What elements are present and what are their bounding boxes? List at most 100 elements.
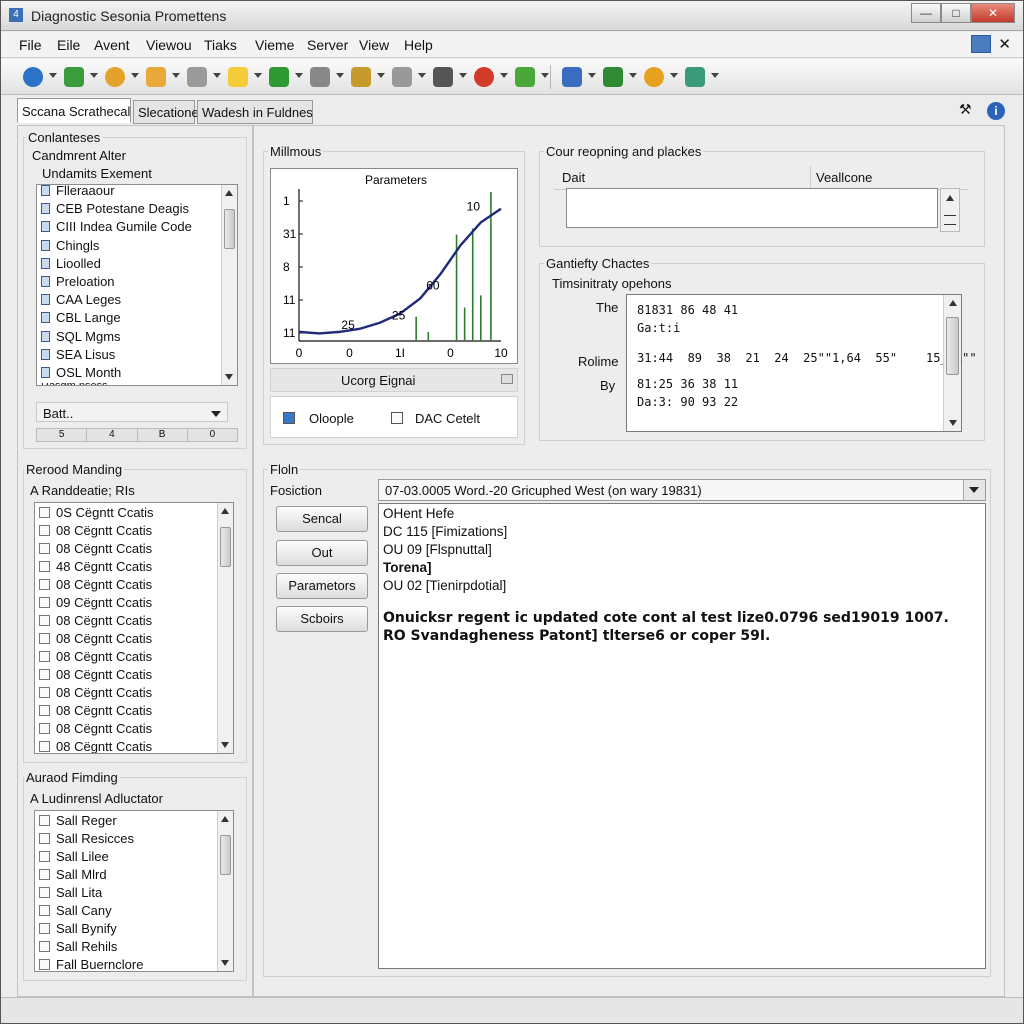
checkbox[interactable] [39,597,50,608]
checkbox[interactable] [39,741,50,752]
list-item[interactable]: 08 Cëgntt Ccatis [39,613,152,628]
dropdown-arrow-icon[interactable] [213,73,221,78]
checkbox[interactable] [39,525,50,536]
list-item[interactable]: Chingls [41,238,99,253]
checkbox[interactable] [39,815,50,826]
add-icon[interactable] [105,67,125,87]
list-item[interactable]: 08 Cëgntt Ccatis [39,649,152,664]
list-item[interactable]: SEA Lisus [41,347,115,362]
expand-icon[interactable] [501,374,513,384]
scroll-up-icon[interactable] [221,816,229,822]
checkbox[interactable] [39,579,50,590]
value-input[interactable] [566,188,938,228]
dropdown-arrow-icon[interactable] [670,73,678,78]
checkbox[interactable] [39,941,50,952]
dropdown-arrow-icon[interactable] [541,73,549,78]
menu-tiaks[interactable]: Tiaks [204,37,237,53]
parametors-button[interactable]: Parametors [276,573,368,599]
tab-slecatione[interactable]: Slecatione [133,100,199,124]
user-icon[interactable] [351,67,371,87]
list-item[interactable]: Sall Rehils [39,939,117,954]
menu-eile[interactable]: Eile [57,37,80,53]
dropdown-arrow-icon[interactable] [500,73,508,78]
checkbox[interactable] [39,833,50,844]
save-icon[interactable] [64,67,84,87]
list-item[interactable]: CEB Potestane Deagis [41,201,189,216]
list-item[interactable]: 09 Cëgntt Ccatis [39,595,152,610]
list-item[interactable]: 08 Cëgntt Ccatis [39,739,152,753]
checkbox[interactable] [39,887,50,898]
scroll-up-icon[interactable] [221,508,229,514]
scroll-down-icon[interactable] [949,420,957,426]
list-item[interactable]: Lioolled [41,256,101,271]
dropdown-arrow-icon[interactable] [254,73,262,78]
gem-icon[interactable] [433,67,453,87]
out-button[interactable]: Out [276,540,368,566]
checkbox[interactable] [39,651,50,662]
dropdown-arrow-icon[interactable] [711,73,719,78]
wand-icon[interactable] [685,67,705,87]
checkbox[interactable] [39,705,50,716]
checkbox[interactable] [39,543,50,554]
list-item[interactable]: 0S Cëgntt Ccatis [39,505,154,520]
dropdown-arrow-icon[interactable] [418,73,426,78]
list-scrollbar[interactable] [217,811,233,971]
checkbox[interactable] [39,615,50,626]
list-item[interactable]: Sall Mlrd [39,867,107,882]
menu-avent[interactable]: Avent [94,37,130,53]
checkbox[interactable] [39,923,50,934]
checkbox[interactable] [39,561,50,572]
smiley-icon[interactable] [644,67,664,87]
table-icon[interactable] [187,67,207,87]
home-icon[interactable] [269,67,289,87]
up-arrow-icon[interactable] [946,195,954,201]
list-item[interactable]: 08 Cëgntt Ccatis [39,685,152,700]
forward-icon[interactable] [515,67,535,87]
down-arrow-icon[interactable] [944,215,956,225]
list-scrollbar[interactable] [217,503,233,753]
dropdown-arrow-icon[interactable] [172,73,180,78]
list-item[interactable]: CIII Indea Gumile Code [41,219,192,234]
timing-scrollbar[interactable] [943,295,961,431]
maximize-button[interactable]: □ [941,3,971,23]
oloople-checkbox[interactable] [283,412,295,424]
list-item[interactable]: 08 Cëgntt Ccatis [39,703,152,718]
dac-checkbox[interactable] [391,412,403,424]
col-dait[interactable]: Dait [562,170,585,185]
checkbox[interactable] [39,687,50,698]
menu-help[interactable]: Help [404,37,433,53]
list-item[interactable]: CAA Leges [41,292,121,307]
list-item[interactable]: 48 Cëgntt Ccatis [39,559,152,574]
scroll-down-icon[interactable] [225,374,233,380]
scroll-up-icon[interactable] [949,300,957,306]
list-item[interactable]: Sall Cany [39,903,112,918]
close-button[interactable]: ✕ [971,3,1015,23]
list-item[interactable]: Sall Resicces [39,831,134,846]
position-select[interactable]: 07-03.0005 Word.-20 Gricuphed West (on w… [378,479,986,501]
value-spinner[interactable] [940,188,960,232]
panel-toggle-icon[interactable] [971,35,991,53]
export-icon[interactable] [603,67,623,87]
checkbox[interactable] [39,959,50,970]
info-icon[interactable]: i [987,102,1005,120]
checkbox[interactable] [39,869,50,880]
menu-server[interactable]: Server [307,37,348,53]
checkbox[interactable] [39,723,50,734]
scroll-thumb[interactable] [220,527,231,567]
note-icon[interactable] [228,67,248,87]
checkbox[interactable] [39,507,50,518]
dropdown-arrow-icon[interactable] [90,73,98,78]
list-item[interactable]: Sall Lilee [39,849,109,864]
scroll-thumb[interactable] [220,835,231,875]
list-item[interactable]: 08 Cëgntt Ccatis [39,667,152,682]
scroll-down-icon[interactable] [221,742,229,748]
select-toggle[interactable] [963,480,985,500]
col-veallcone[interactable]: Veallcone [816,170,872,185]
sencal-button[interactable]: Sencal [276,506,368,532]
scroll-down-icon[interactable] [221,960,229,966]
list-item[interactable]: OSL Month [41,365,121,380]
dropdown-arrow-icon[interactable] [459,73,467,78]
dropdown-arrow-icon[interactable] [588,73,596,78]
dropdown-arrow-icon[interactable] [629,73,637,78]
list-item[interactable]: Flleraaour [41,185,115,198]
